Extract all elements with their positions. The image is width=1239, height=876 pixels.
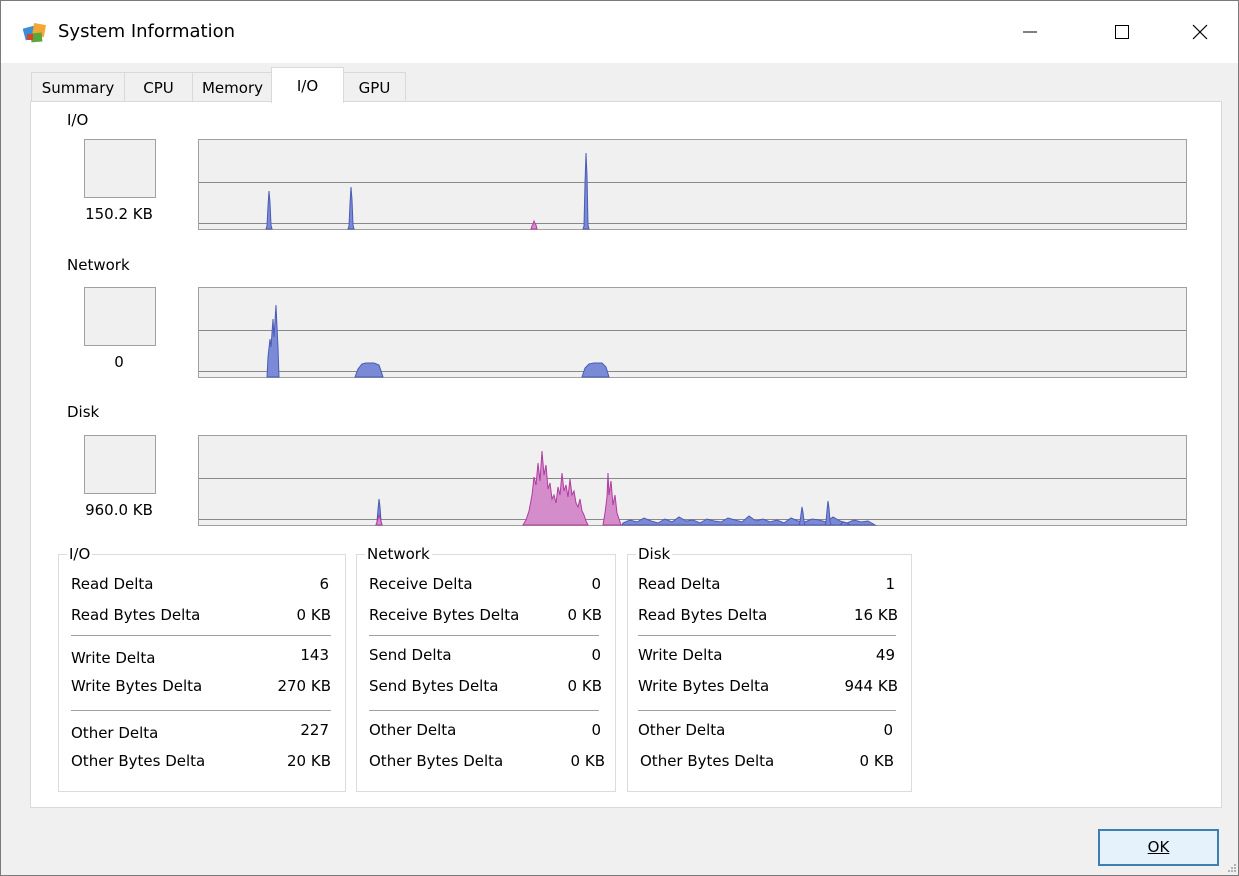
network-send-bytes-delta-value: 0 KB [567,677,602,695]
disk-write-bytes-delta-value: 944 KB [844,677,898,695]
network-receive-bytes-delta-label: Receive Bytes Delta [369,606,520,624]
io-graph-frame [198,139,1187,230]
disk-graph-label: Disk [67,403,100,421]
ok-button[interactable]: OK [1098,829,1219,866]
io-write-delta-label: Write Delta [71,649,156,667]
network-send-delta-value: 0 [591,646,601,664]
disk-stats-title: Disk [636,545,673,563]
io-separator [71,710,331,711]
io-stats-group: I/O Read Delta 6 Read Bytes Delta 0 KB W… [58,545,346,792]
system-information-window: System Information Summary CPU Memory I/… [0,0,1239,876]
disk-read-delta-label: Read Delta [638,575,721,593]
io-separator [71,635,331,636]
network-other-delta-value: 0 [591,721,601,739]
io-read-bytes-delta-label: Read Bytes Delta [71,606,201,624]
window-title: System Information [58,21,236,42]
disk-other-delta-label: Other Delta [638,721,726,739]
network-receive-delta-value: 0 [591,575,601,593]
tab-summary[interactable]: Summary [31,72,125,102]
disk-read-delta-value: 1 [885,575,895,593]
io-other-delta-label: Other Delta [71,724,159,742]
disk-value-box [84,435,156,494]
tab-memory[interactable]: Memory [192,72,273,102]
disk-other-delta-value: 0 [883,721,893,739]
io-history-graph [198,139,1187,230]
network-current-value: 0 [114,353,124,371]
io-other-bytes-delta-value: 20 KB [287,752,331,770]
io-other-bytes-delta-label: Other Bytes Delta [71,752,206,770]
network-graph-frame [198,287,1187,378]
tab-gpu[interactable]: GPU [343,72,406,102]
network-separator [369,635,599,636]
app-icon [23,23,46,43]
network-receive-delta-label: Receive Delta [369,575,473,593]
title-bar: System Information [1,1,1238,63]
tab-cpu[interactable]: CPU [124,72,193,102]
minimize-button[interactable] [1007,1,1053,63]
io-write-delta-value: 143 [300,646,329,664]
io-other-delta-value: 227 [300,721,329,739]
minimize-icon [1023,31,1037,33]
io-read-delta-label: Read Delta [71,575,154,593]
disk-other-bytes-delta-label: Other Bytes Delta [640,752,775,770]
maximize-button[interactable] [1099,1,1145,63]
disk-history-graph [198,435,1187,526]
network-other-delta-label: Other Delta [369,721,457,739]
resize-grip-icon[interactable] [1227,863,1237,873]
network-stats-group: Network Receive Delta 0 Receive Bytes De… [356,545,616,792]
network-separator [369,710,599,711]
network-value-box [84,287,156,346]
disk-graph-frame [198,435,1187,526]
disk-write-bytes-delta-label: Write Bytes Delta [638,677,770,695]
network-receive-bytes-delta-value: 0 KB [567,606,602,624]
io-write-bytes-delta-value: 270 KB [277,677,331,695]
io-stats-title: I/O [67,545,93,563]
io-current-value: 150.2 KB [85,205,153,223]
io-graph-label: I/O [67,111,89,129]
disk-read-bytes-delta-label: Read Bytes Delta [638,606,768,624]
network-stats-title: Network [365,545,432,563]
close-button[interactable] [1177,1,1223,63]
disk-stats-group: Disk Read Delta 1 Read Bytes Delta 16 KB… [627,545,912,792]
io-value-box [84,139,156,198]
network-graph-label: Network [67,256,130,274]
network-send-bytes-delta-label: Send Bytes Delta [369,677,499,695]
network-other-bytes-delta-value: 0 KB [570,752,605,770]
disk-write-delta-value: 49 [875,646,895,664]
disk-separator [638,635,896,636]
close-icon [1192,24,1208,40]
network-other-bytes-delta-label: Other Bytes Delta [369,752,504,770]
io-read-bytes-delta-value: 0 KB [296,606,331,624]
tab-io[interactable]: I/O [271,67,344,103]
network-send-delta-label: Send Delta [369,646,452,664]
disk-read-bytes-delta-value: 16 KB [854,606,898,624]
io-read-delta-value: 6 [319,575,329,593]
io-write-bytes-delta-label: Write Bytes Delta [71,677,203,695]
maximize-icon [1115,25,1129,39]
disk-separator [638,710,896,711]
ok-button-label: OK [1147,838,1170,856]
disk-current-value: 960.0 KB [85,501,153,519]
disk-other-bytes-delta-value: 0 KB [859,752,894,770]
disk-write-delta-label: Write Delta [638,646,723,664]
network-history-graph [198,287,1187,378]
